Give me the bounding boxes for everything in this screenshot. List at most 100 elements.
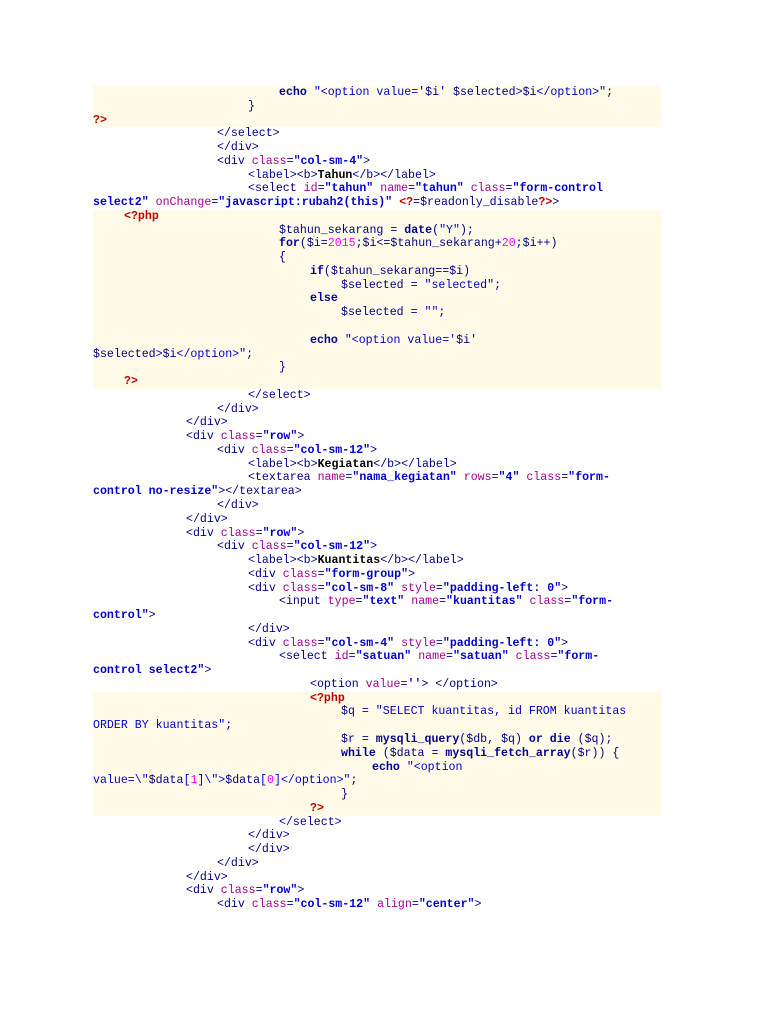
code-token: class — [220, 430, 256, 444]
code-line: while ($data = mysqli_fetch_array($r)) { — [0, 746, 768, 761]
code-token: = — [354, 732, 376, 746]
code-text: ORDER BY kuantitas"; — [93, 719, 232, 733]
code-token: class — [251, 154, 287, 168]
code-token: = — [403, 278, 425, 292]
code-token: ORDER BY kuantitas" — [93, 719, 226, 733]
code-text: $selected = "selected"; — [341, 279, 501, 293]
code-token: <label><b> — [248, 168, 318, 182]
code-text: } — [248, 100, 255, 114]
code-text: { — [279, 251, 286, 265]
code-token: style — [401, 581, 436, 595]
code-line: control no-resize"></textarea> — [0, 485, 768, 499]
code-token: = — [424, 746, 446, 760]
code-token: "" — [424, 306, 439, 320]
code-line: <div class="col-sm-12" align="center"> — [0, 898, 768, 912]
code-token: "form- — [557, 650, 600, 664]
code-text: </div> — [186, 871, 228, 885]
code-token: name — [418, 650, 447, 664]
code-token: = — [317, 182, 325, 196]
code-line: $selected = "selected"; — [0, 278, 768, 293]
code-token: $data — [389, 746, 425, 760]
code-line: <div class="row"> — [0, 884, 768, 898]
php-highlight-band — [93, 251, 661, 265]
code-token: echo — [279, 86, 307, 99]
code-line: <div class="row"> — [0, 430, 768, 444]
code-line: } — [0, 788, 768, 802]
code-token: $r — [577, 746, 592, 760]
code-token: ></textarea> — [218, 485, 302, 499]
code-line: </div> — [0, 623, 768, 637]
code-line: <div class="row"> — [0, 527, 768, 541]
code-token: $i — [306, 237, 321, 251]
code-token: <select — [248, 182, 304, 196]
php-highlight-band — [93, 320, 661, 334]
code-token: ); — [598, 732, 613, 746]
code-text: <input type="text" name="kuantitas" clas… — [279, 595, 613, 609]
code-token: class — [220, 884, 256, 898]
code-text: </div> — [186, 416, 228, 430]
code-token: Tahun — [317, 168, 353, 182]
code-token: ); — [459, 223, 474, 237]
code-line: <div class="col-sm-12"> — [0, 540, 768, 554]
code-token: "form-group" — [324, 567, 409, 581]
code-text: </div> — [248, 829, 290, 843]
code-token: <?php — [124, 209, 159, 223]
code-token: > — [561, 581, 569, 595]
code-token: control select2" — [93, 664, 205, 678]
code-token: > — [370, 540, 378, 554]
code-token: "text" — [362, 595, 405, 609]
code-line: control select2"> — [0, 664, 768, 678]
code-token: </div> — [186, 416, 228, 430]
code-text: <?php — [310, 692, 345, 706]
code-token: class — [220, 526, 256, 540]
code-token: $i — [425, 86, 440, 99]
code-token: </select> — [248, 388, 311, 402]
code-text: </div> — [248, 843, 290, 857]
php-highlight-band — [93, 788, 661, 802]
code-token: $tahun_sekarang — [330, 264, 436, 278]
code-text: </select> — [279, 816, 342, 830]
code-token: rows — [463, 471, 492, 485]
code-token: class — [251, 540, 287, 554]
code-line: $tahun_sekarang = date("Y"); — [0, 223, 768, 238]
code-token: 2015 — [327, 237, 356, 251]
code-token: "col-sm-12" — [293, 443, 371, 457]
code-token: <div — [248, 581, 283, 595]
code-token: <div — [186, 430, 221, 444]
code-token: "padding-left: 0" — [442, 581, 562, 595]
code-token: "row" — [262, 526, 298, 540]
code-text: echo "<option — [372, 761, 462, 775]
code-line: $selected = ""; — [0, 306, 768, 321]
code-token: Kuantitas — [317, 554, 381, 568]
code-token: "padding-left: 0" — [442, 636, 562, 650]
code-token: = — [411, 898, 419, 912]
code-token: "nama_kegiatan" — [352, 471, 457, 485]
code-line: ?> — [0, 801, 768, 816]
code-text: } — [279, 361, 286, 375]
code-text: </div> — [186, 513, 228, 527]
code-token: <option — [310, 677, 366, 691]
code-token: == — [435, 264, 450, 278]
code-token: class — [282, 581, 318, 595]
code-token: $readonly_disable — [420, 196, 539, 210]
code-text: <option value=''> </option> — [310, 678, 498, 692]
code-token: </select> — [217, 127, 280, 141]
code-line: </div> — [0, 403, 768, 417]
code-token: "satuan" — [453, 650, 509, 664]
code-token: class — [515, 650, 551, 664]
code-token: </div> — [217, 856, 259, 870]
code-token: $selected — [341, 278, 404, 292]
code-token: </b></label> — [380, 554, 464, 568]
code-token: align — [377, 898, 412, 912]
code-token: ]</option>" — [273, 774, 351, 788]
code-text: echo "<option value='$i' $selected>$i</o… — [279, 86, 613, 100]
code-token: "col-sm-12" — [293, 540, 371, 554]
code-line: <label><b>Kegiatan</b></label> — [0, 458, 768, 472]
code-text: <div class="row"> — [186, 527, 304, 541]
code-token: > — [474, 898, 482, 912]
code-token: ( — [375, 746, 390, 760]
code-token: > — [363, 154, 371, 168]
code-token: <div — [248, 567, 283, 581]
